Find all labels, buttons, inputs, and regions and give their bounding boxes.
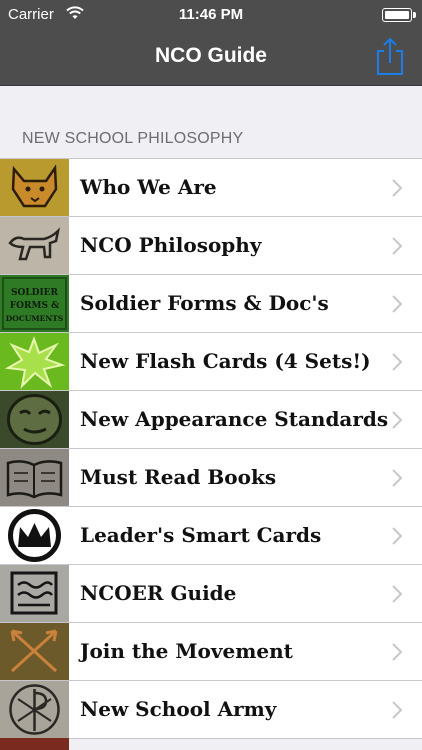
list-item-who-we-are[interactable]: Who We Are — [0, 159, 422, 217]
chevron-right-icon — [392, 469, 402, 487]
list-item-label: Leader's Smart Cards — [80, 523, 322, 547]
chevron-right-icon — [392, 353, 402, 371]
chevron-right-icon — [392, 701, 402, 719]
chevron-right-icon — [392, 411, 402, 429]
list-item-flash-cards[interactable]: New Flash Cards (4 Sets!) — [0, 333, 422, 391]
list-item-appearance-standards[interactable]: New Appearance Standards — [0, 391, 422, 449]
list-item-label: NCOER Guide — [80, 581, 237, 605]
face-icon — [0, 391, 69, 448]
chi-rho-icon — [0, 681, 69, 738]
list-item-label: New School Army — [80, 697, 277, 721]
list-item-label: New Flash Cards (4 Sets!) — [80, 349, 371, 373]
scroll-waves-icon — [0, 565, 69, 622]
list-item-partial-thumbnail — [0, 738, 69, 750]
list-item-soldier-forms[interactable]: SOLDIER FORMS & DOCUMENTS Soldier Forms … — [0, 275, 422, 333]
soldier-forms-badge-icon: SOLDIER FORMS & DOCUMENTS — [0, 275, 69, 332]
chevron-right-icon — [392, 527, 402, 545]
share-icon[interactable] — [374, 36, 406, 76]
battery-icon — [382, 8, 416, 22]
status-bar: Carrier 11:46 PM — [0, 0, 422, 30]
list-item-label: NCO Philosophy — [80, 233, 262, 257]
chevron-right-icon — [392, 643, 402, 661]
list-item-label: Must Read Books — [80, 465, 277, 489]
navigation-bar: NCO Guide — [0, 30, 422, 86]
running-dog-icon — [0, 217, 69, 274]
menu-list: Who We Are NCO Philosophy SOLDIER FORMS … — [0, 158, 422, 739]
svg-text:FORMS &: FORMS & — [10, 301, 59, 311]
list-item-smart-cards[interactable]: Leader's Smart Cards — [0, 507, 422, 565]
fox-icon — [0, 159, 69, 216]
list-item-new-school-army[interactable]: New School Army — [0, 681, 422, 739]
chevron-right-icon — [392, 237, 402, 255]
list-item-join-movement[interactable]: Join the Movement — [0, 623, 422, 681]
crown-circle-icon — [0, 507, 69, 564]
page-title: NCO Guide — [154, 44, 267, 67]
list-item-label: Who We Are — [80, 175, 217, 199]
section-header: NEW SCHOOL PHILOSOPHY — [22, 130, 244, 147]
list-item-label: Join the Movement — [80, 639, 293, 663]
open-book-icon — [0, 449, 69, 506]
chevron-right-icon — [392, 179, 402, 197]
crossed-arrows-icon — [0, 623, 69, 680]
chevron-right-icon — [392, 585, 402, 603]
svg-text:DOCUMENTS: DOCUMENTS — [6, 314, 63, 323]
starburst-icon — [0, 333, 69, 390]
chevron-right-icon — [392, 295, 402, 313]
list-item-ncoer-guide[interactable]: NCOER Guide — [0, 565, 422, 623]
list-item-nco-philosophy[interactable]: NCO Philosophy — [0, 217, 422, 275]
list-item-label: New Appearance Standards — [80, 407, 389, 431]
list-item-label: Soldier Forms & Doc's — [80, 291, 329, 315]
clock: 11:46 PM — [178, 6, 244, 23]
svg-text:SOLDIER: SOLDIER — [11, 288, 59, 298]
list-item-must-read-books[interactable]: Must Read Books — [0, 449, 422, 507]
